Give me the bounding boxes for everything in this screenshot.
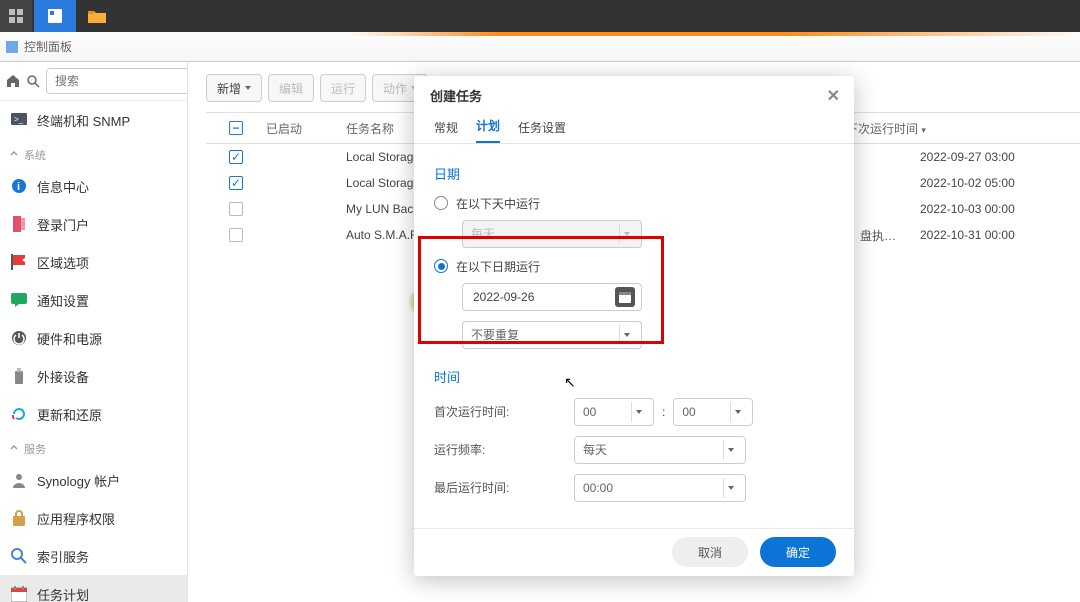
row-checkbox[interactable]	[229, 228, 243, 242]
apps-grid-button[interactable]	[0, 0, 32, 32]
sidebar-item-scheduler[interactable]: 任务计划	[0, 575, 187, 602]
sidebar-section-service[interactable]: 服务	[0, 433, 187, 461]
sidebar-item-login-portal[interactable]: 登录门户	[0, 205, 187, 243]
sidebar-item-terminal-snmp[interactable]: >_ 终端机和 SNMP	[0, 101, 187, 139]
col-enabled[interactable]: 已启动	[266, 120, 346, 137]
time-colon: :	[662, 405, 665, 419]
ok-button[interactable]: 确定	[760, 537, 836, 567]
radio-icon[interactable]	[434, 259, 448, 273]
window-icon	[6, 41, 18, 53]
sidebar-item-update[interactable]: 更新和还原	[0, 395, 187, 433]
row-checkbox[interactable]	[229, 202, 243, 216]
refresh-icon	[10, 405, 28, 423]
date-input[interactable]: 2022-09-26	[462, 283, 642, 311]
first-run-minute-select[interactable]: 00	[673, 398, 753, 426]
cancel-button[interactable]: 取消	[672, 537, 748, 567]
modal-tabs: 常规 计划 任务设置	[414, 115, 854, 144]
row-checkbox[interactable]: ✓	[229, 176, 243, 190]
radio-run-on-days[interactable]: 在以下天中运行	[434, 195, 834, 212]
user-icon	[10, 471, 28, 489]
sidebar-section-system[interactable]: 系统	[0, 139, 187, 167]
control-panel-task[interactable]	[34, 0, 76, 32]
sidebar-item-region[interactable]: 区域选项	[0, 243, 187, 281]
create-task-modal: 创建任务 ✕ 常规 计划 任务设置 日期 在以下天中运行 每天 在以下日期运行 …	[414, 76, 854, 576]
tab-schedule[interactable]: 计划	[476, 117, 500, 143]
modal-footer: 取消 确定	[414, 528, 854, 576]
file-station-task[interactable]	[76, 0, 118, 32]
sidebar: >_ 终端机和 SNMP 系统 i信息中心 登录门户 区域选项 通知设置 硬件和…	[0, 62, 188, 602]
run-button[interactable]: 运行	[320, 74, 366, 102]
modal-title-bar: 创建任务 ✕	[414, 76, 854, 115]
first-run-hour-select[interactable]: 00	[574, 398, 654, 426]
desktop-taskbar	[0, 0, 1080, 32]
sidebar-item-external[interactable]: 外接设备	[0, 357, 187, 395]
search-file-icon	[10, 547, 28, 565]
search-input[interactable]	[46, 68, 188, 94]
tab-task-settings[interactable]: 任务设置	[518, 119, 566, 143]
last-run-select[interactable]: 00:00	[574, 474, 746, 502]
sidebar-item-notify[interactable]: 通知设置	[0, 281, 187, 319]
calendar-picker-icon[interactable]	[615, 287, 635, 307]
modal-body: 日期 在以下天中运行 每天 在以下日期运行 2022-09-26 不要重复	[414, 144, 854, 528]
repeat-select[interactable]: 不要重复	[462, 321, 642, 349]
tab-general[interactable]: 常规	[434, 119, 458, 143]
usb-icon	[10, 367, 28, 385]
modal-title: 创建任务	[430, 86, 482, 105]
freq-select[interactable]: 每天	[574, 436, 746, 464]
freq-label: 运行频率:	[434, 441, 574, 458]
calendar-icon	[10, 585, 28, 602]
radio-icon[interactable]	[434, 196, 448, 210]
sidebar-item-info-center[interactable]: i信息中心	[0, 167, 187, 205]
window-titlebar: 控制面板	[0, 32, 1080, 62]
home-icon[interactable]	[6, 68, 20, 94]
last-run-label: 最后运行时间:	[434, 479, 574, 496]
svg-text:>_: >_	[14, 115, 24, 124]
mouse-cursor: ↖	[564, 374, 576, 391]
date-section-title: 日期	[434, 164, 834, 183]
edit-button[interactable]: 编辑	[268, 74, 314, 102]
chat-icon	[10, 291, 28, 309]
sidebar-item-synology-account[interactable]: Synology 帐户	[0, 461, 187, 499]
every-day-select: 每天	[462, 220, 642, 248]
info-icon: i	[10, 177, 28, 195]
sidebar-item-label: 终端机和 SNMP	[37, 111, 130, 130]
flag-icon	[10, 253, 28, 271]
close-icon[interactable]: ✕	[827, 86, 840, 106]
lock-icon	[10, 509, 28, 527]
svg-text:i: i	[17, 181, 20, 193]
radio-run-on-date[interactable]: 在以下日期运行	[434, 258, 834, 275]
power-icon	[10, 329, 28, 347]
row-checkbox[interactable]: ✓	[229, 150, 243, 164]
sidebar-item-hardware[interactable]: 硬件和电源	[0, 319, 187, 357]
time-section-title: 时间	[434, 367, 834, 386]
first-run-label: 首次运行时间:	[434, 403, 574, 420]
terminal-icon: >_	[10, 111, 28, 129]
sidebar-item-app-perm[interactable]: 应用程序权限	[0, 499, 187, 537]
sidebar-item-index[interactable]: 索引服务	[0, 537, 187, 575]
search-icon[interactable]	[26, 68, 40, 94]
door-icon	[10, 215, 28, 233]
window-title: 控制面板	[24, 38, 72, 55]
col-next[interactable]: 下次运行时间 ▾	[846, 120, 1046, 137]
header-checkbox[interactable]: −	[229, 121, 243, 135]
add-button[interactable]: 新增	[206, 74, 262, 102]
